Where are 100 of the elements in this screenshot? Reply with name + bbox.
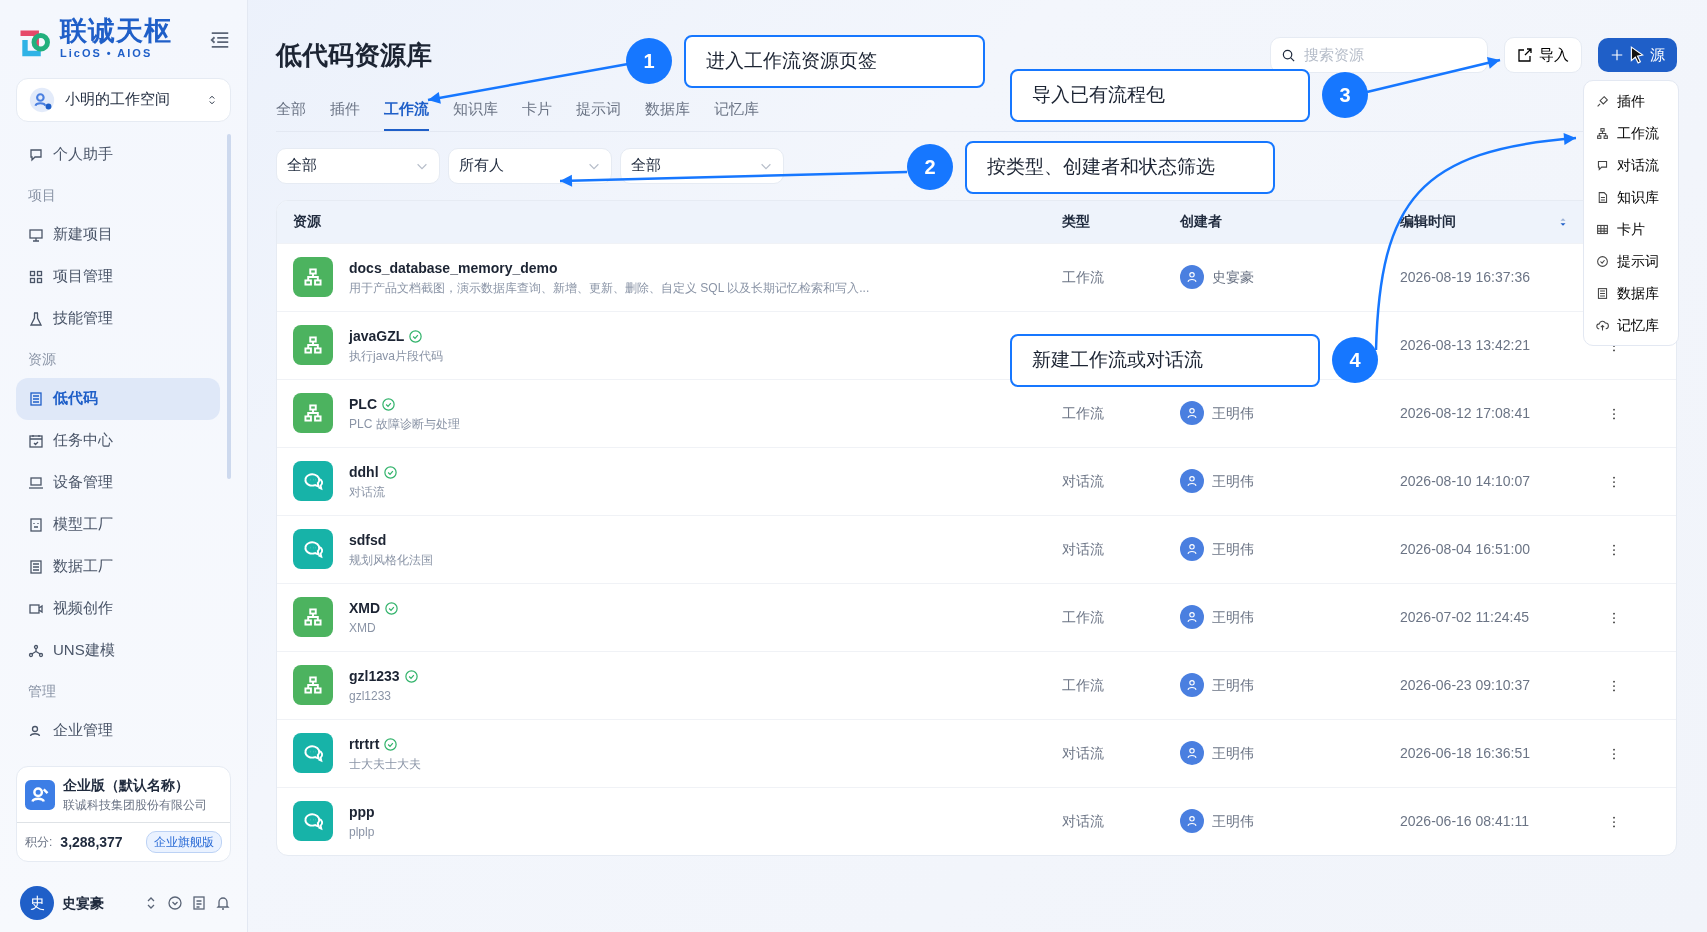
sidebar-item[interactable]: 设备管理 <box>16 461 220 504</box>
section-label: 项目 <box>27 186 57 205</box>
resource-description: 执行java片段代码 <box>349 347 443 365</box>
type-cell: 工作流 <box>1062 404 1104 421</box>
tab[interactable]: 提示词 <box>576 90 621 131</box>
column-header: 创建者 <box>1180 213 1222 229</box>
sidebar-item[interactable]: UNS建模 <box>16 629 220 672</box>
edit-time: 2026-08-13 13:42:21 <box>1400 336 1530 353</box>
points-value: 3,288,377 <box>60 832 124 852</box>
resource-description: gzl1233 <box>349 687 393 705</box>
resource-name[interactable]: sdfsd <box>349 529 387 551</box>
sidebar-item[interactable]: 项目管理 <box>16 255 220 298</box>
workspace-selector[interactable]: 小明的工作空间 <box>16 77 231 122</box>
column-header: 类型 <box>1062 213 1090 229</box>
page-title: 低代码资源库 <box>276 38 432 72</box>
sidebar-item[interactable]: 新建项目 <box>16 213 220 256</box>
type-cell: 工作流 <box>1062 608 1104 625</box>
sidebar-item[interactable]: 企业管理 <box>16 709 220 752</box>
import-button[interactable]: 导入 <box>1504 37 1582 73</box>
tab[interactable]: 数据库 <box>645 90 690 131</box>
step-number: 3 <box>1322 72 1368 118</box>
edit-time: 2026-08-19 16:37:36 <box>1400 268 1530 285</box>
creator-name: 史宴豪 <box>1212 267 1254 287</box>
tab[interactable]: 全部 <box>276 90 306 131</box>
creator-name: 王明伟 <box>1212 403 1254 423</box>
user-avatar[interactable]: 史 <box>20 886 54 920</box>
column-header: 资源 <box>293 213 321 229</box>
edit-time: 2026-08-04 16:51:00 <box>1400 540 1530 557</box>
resource-description: 规划风格化法国 <box>349 551 433 569</box>
creator-name: 王明伟 <box>1212 675 1254 695</box>
tab[interactable]: 工作流 <box>384 90 429 131</box>
edit-time: 2026-06-18 16:36:51 <box>1400 744 1530 761</box>
resource-name[interactable]: rtrtrt <box>349 733 380 755</box>
company-name: 联诚科技集团股份有限公司 <box>63 797 207 814</box>
plan-badge: 企业旗舰版 <box>146 831 222 853</box>
resource-name[interactable]: PLC <box>349 393 377 415</box>
sidebar-item[interactable]: 任务中心 <box>16 419 220 462</box>
sidebar-item[interactable]: 模型工厂 <box>16 503 220 546</box>
resource-description: PLC 故障诊断与处理 <box>349 415 460 433</box>
tab[interactable]: 记忆库 <box>714 90 759 131</box>
tab[interactable]: 卡片 <box>522 90 552 131</box>
step-number: 2 <box>907 144 953 190</box>
sidebar-item[interactable]: 低代码 <box>16 377 220 420</box>
resource-name[interactable]: ppp <box>349 801 375 823</box>
tab[interactable]: 插件 <box>330 90 360 131</box>
creator-name: 王明伟 <box>1212 607 1254 627</box>
menu-item[interactable]: 工作流 <box>1584 117 1678 149</box>
type-cell: 对话流 <box>1062 472 1104 489</box>
resource-name[interactable]: ddhl <box>349 461 379 483</box>
type-cell: 对话流 <box>1062 744 1104 761</box>
resource-description: XMD <box>349 619 377 637</box>
creator-name: 王明伟 <box>1212 471 1254 491</box>
resource-description: 用于产品文档截图，演示数据库查询、新增、更新、删除、自定义 SQL 以及长期记忆检索和写入... <box>349 279 870 297</box>
menu-item[interactable]: 卡片 <box>1584 213 1678 245</box>
resource-name[interactable]: javaGZL <box>349 325 405 347</box>
menu-item[interactable]: 记忆库 <box>1584 309 1678 341</box>
resource-description: 士大夫士大夫 <box>349 755 421 773</box>
logo-title: 联诚天枢 <box>60 18 172 45</box>
menu-item[interactable]: 对话流 <box>1584 149 1678 181</box>
callout-label: 按类型、创建者和状态筛选 <box>965 141 1275 194</box>
callout-label: 导入已有流程包 <box>1010 69 1310 122</box>
menu-item[interactable]: 知识库 <box>1584 181 1678 213</box>
creator-name: 王明伟 <box>1212 743 1254 763</box>
type-cell: 工作流 <box>1062 676 1104 693</box>
type-cell: 工作流 <box>1062 268 1104 285</box>
resource-description: plplp <box>349 823 375 841</box>
callout-label: 新建工作流或对话流 <box>1010 334 1320 387</box>
edit-time: 2026-06-23 09:10:37 <box>1400 676 1530 693</box>
section-label: 资源 <box>27 350 57 369</box>
callout-label: 进入工作流资源页签 <box>684 35 985 88</box>
resource-name[interactable]: XMD <box>349 597 381 619</box>
resource-name[interactable]: gzl1233 <box>349 665 400 687</box>
filter-dropdown[interactable]: 全部 <box>276 147 440 184</box>
resource-description: 对话流 <box>349 483 386 501</box>
search-field[interactable]: 搜索资源 <box>1270 37 1488 73</box>
filter-dropdown[interactable]: 全部 <box>620 147 784 184</box>
step-number: 1 <box>626 38 672 84</box>
edit-time: 2026-07-02 11:24:45 <box>1400 608 1529 625</box>
sidebar-item[interactable]: 视频创作 <box>16 587 220 630</box>
menu-item[interactable]: 数据库 <box>1584 277 1678 309</box>
section-label: 管理 <box>27 682 57 701</box>
sidebar-item[interactable]: 数据工厂 <box>16 545 220 588</box>
tab[interactable]: 知识库 <box>453 90 498 131</box>
type-cell: 对话流 <box>1062 540 1104 557</box>
menu-item[interactable]: 提示词 <box>1584 245 1678 277</box>
sidebar-item[interactable]: 个人助手 <box>16 133 220 176</box>
creator-name: 王明伟 <box>1212 811 1254 831</box>
new-resource-button[interactable]: 源 <box>1598 38 1677 72</box>
user-name: 史宴豪 <box>62 893 105 913</box>
logo-subtitle: LicOS • AIOS <box>60 46 154 61</box>
type-cell: 对话流 <box>1062 812 1104 829</box>
creator-name: 王明伟 <box>1212 539 1254 559</box>
sidebar-item[interactable]: 技能管理 <box>16 297 220 340</box>
filter-dropdown[interactable]: 所有人 <box>448 147 612 184</box>
resource-name[interactable]: docs_database_memory_demo <box>349 257 558 279</box>
edit-time: 2026-08-12 17:08:41 <box>1400 404 1530 421</box>
menu-item[interactable]: 插件 <box>1584 85 1678 117</box>
points-label: 积分: <box>25 834 53 851</box>
edit-time: 2026-06-16 08:41:11 <box>1400 812 1529 829</box>
edit-time: 2026-08-10 14:10:07 <box>1400 472 1530 489</box>
